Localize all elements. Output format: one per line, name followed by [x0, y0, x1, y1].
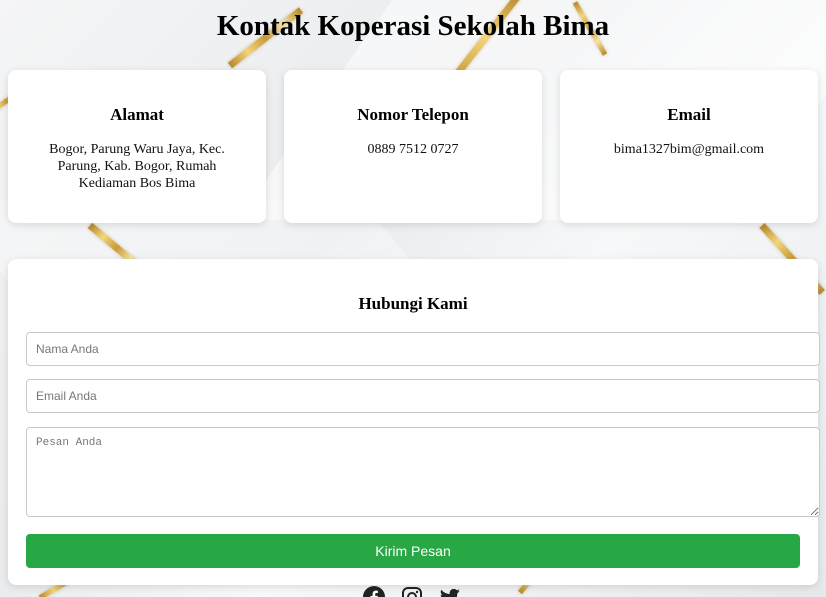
- phone-heading: Nomor Telepon: [357, 105, 469, 124]
- instagram-icon[interactable]: [400, 585, 424, 597]
- email-card: Email bima1327bim@gmail.com: [560, 70, 818, 223]
- page-title: Kontak Koperasi Sekolah Bima: [216, 10, 610, 42]
- name-input[interactable]: [26, 332, 820, 366]
- twitter-icon[interactable]: [438, 585, 462, 597]
- facebook-icon[interactable]: [362, 585, 386, 597]
- form-heading: Hubungi Kami: [358, 294, 468, 313]
- address-text: Bogor, Parung Waru Jaya, Kec. Parung, Ka…: [49, 142, 225, 191]
- email-text: bima1327bim@gmail.com: [613, 142, 765, 157]
- message-textarea[interactable]: [26, 427, 820, 517]
- phone-text: 0889 7512 0727: [367, 142, 459, 157]
- address-card: Alamat Bogor, Parung Waru Jaya, Kec. Par…: [8, 70, 266, 223]
- contact-form: Hubungi Kami Kirim Pesan: [8, 259, 820, 585]
- social-links: [362, 585, 462, 597]
- submit-button[interactable]: Kirim Pesan: [26, 534, 800, 568]
- address-heading: Alamat: [110, 105, 164, 124]
- email-input[interactable]: [26, 379, 820, 413]
- email-heading: Email: [667, 105, 711, 124]
- phone-card: Nomor Telepon 0889 7512 0727: [284, 70, 542, 223]
